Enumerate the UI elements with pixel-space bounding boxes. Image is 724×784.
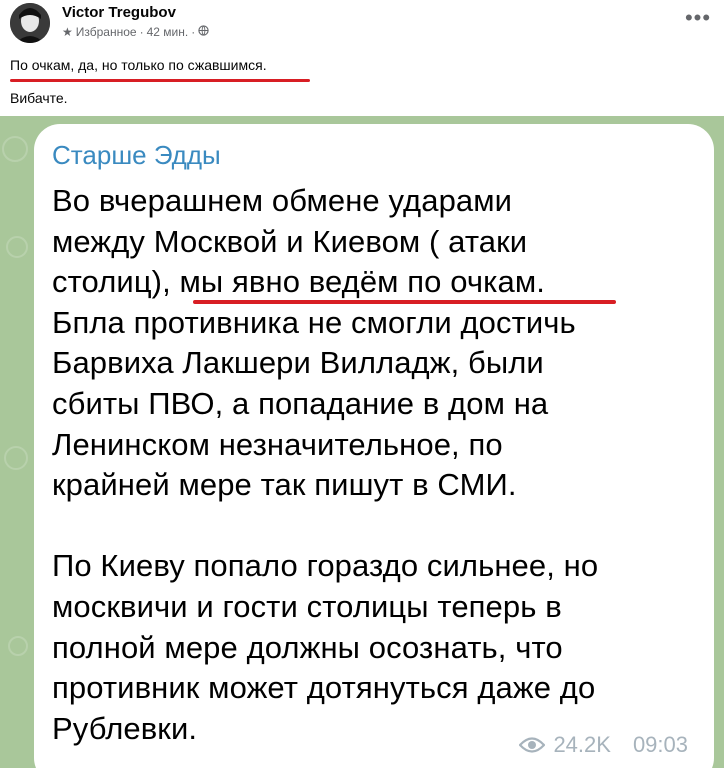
avatar[interactable]: [10, 3, 50, 43]
meta-dot: ·: [191, 25, 196, 39]
audience-label[interactable]: Избранное: [76, 25, 137, 39]
post-caption-line1: По очкам, да, но только по сжавшимся.: [10, 57, 267, 73]
post-time[interactable]: 42 мин.: [147, 25, 189, 39]
view-count: 24.2K: [553, 732, 611, 757]
author-name[interactable]: Victor Tregubov: [62, 4, 176, 21]
more-horizontal-icon: •••: [684, 5, 712, 30]
more-options-button[interactable]: •••: [680, 4, 716, 32]
caption-underline: [10, 79, 310, 82]
globe-icon: [198, 25, 209, 39]
message-underline: [193, 300, 616, 304]
eye-icon: [519, 737, 546, 753]
message-text: Во вчерашнем обмене ударами между Москво…: [52, 183, 599, 746]
message-time: 09:03: [632, 732, 688, 757]
message-stats: 24.2K 09:03: [519, 732, 688, 758]
post-meta: ★ Избранное · 42 мин. ·: [62, 25, 209, 39]
channel-name: Старше Эдды: [52, 140, 221, 170]
star-icon: ★: [62, 25, 73, 39]
post-caption-line2: Вибачте.: [10, 90, 68, 106]
meta-dot: ·: [139, 25, 144, 39]
